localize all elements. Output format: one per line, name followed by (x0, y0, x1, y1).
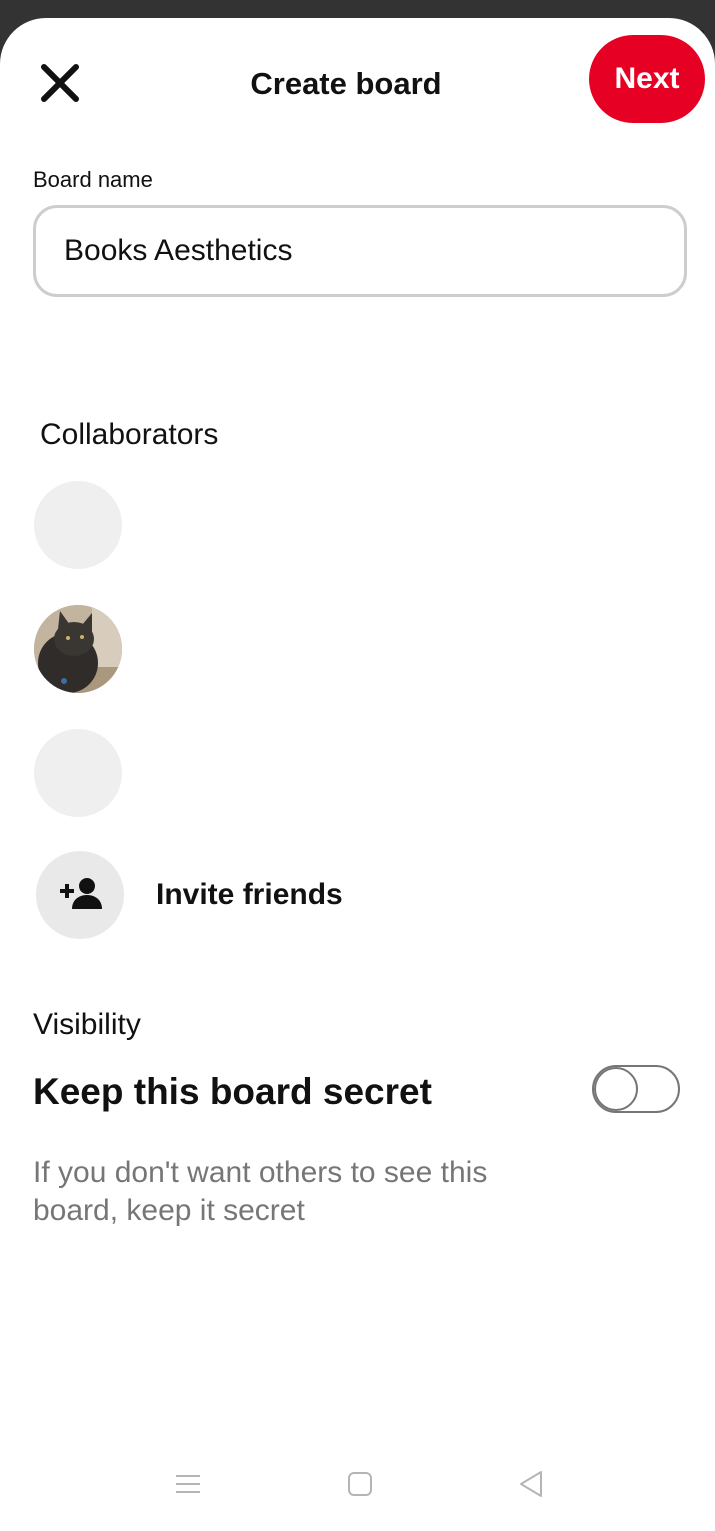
home-square-icon (348, 1472, 372, 1496)
nav-back-button[interactable] (501, 1470, 561, 1518)
add-person-icon (60, 878, 102, 909)
secret-toggle[interactable] (592, 1065, 680, 1113)
nav-home-button[interactable] (330, 1470, 390, 1518)
secret-description: If you don't want others to see this boa… (33, 1156, 488, 1227)
invite-friends-button[interactable]: Invite friends (36, 851, 676, 939)
collaborator-avatar-placeholder[interactable] (34, 729, 122, 817)
board-name-label: Board name (33, 167, 153, 192)
collaborator-avatar-placeholder[interactable] (34, 481, 122, 569)
cat-photo (34, 605, 122, 693)
next-button[interactable]: Next (589, 35, 705, 123)
nav-menu-button[interactable] (158, 1470, 218, 1518)
collaborator-avatar-cat[interactable] (34, 605, 122, 693)
menu-icon (176, 1475, 200, 1493)
close-button[interactable] (32, 61, 88, 107)
back-triangle-icon (520, 1471, 542, 1497)
add-person-icon-circle (36, 851, 124, 939)
invite-friends-label: Invite friends (156, 878, 343, 911)
secret-toggle-title: Keep this board secret (33, 1071, 432, 1112)
create-board-sheet: Create board Next Board name Collaborato… (0, 18, 715, 1531)
system-navigation-bar (0, 1448, 715, 1531)
visibility-label: Visibility (33, 1008, 141, 1041)
board-name-input[interactable] (33, 205, 687, 297)
page-title: Create board (250, 66, 442, 101)
close-icon (41, 64, 79, 102)
collaborators-title: Collaborators (40, 418, 219, 451)
toggle-knob (594, 1067, 638, 1111)
